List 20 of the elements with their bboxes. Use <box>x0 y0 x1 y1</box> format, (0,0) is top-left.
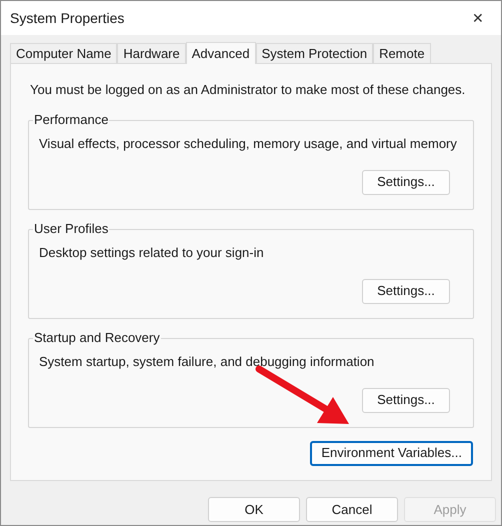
tab[interactable]: System Protection <box>256 43 374 63</box>
group-description: Visual effects, processor scheduling, memory usage, and virtual memory <box>39 134 458 153</box>
group-title: User Profiles <box>33 220 110 236</box>
group-description: Desktop settings related to your sign-in <box>39 244 265 262</box>
group-title: Performance <box>33 112 110 126</box>
group-title: Startup and Recovery <box>33 330 161 344</box>
dialog-button[interactable]: Cancel <box>306 497 398 522</box>
settings-button[interactable]: Settings... <box>362 278 450 304</box>
settings-button[interactable]: Settings... <box>362 170 450 194</box>
tab[interactable]: Hardware <box>117 43 186 63</box>
tab[interactable]: Computer Name <box>10 43 118 63</box>
tab[interactable]: Remote <box>373 43 431 63</box>
window-title: System Properties <box>9 8 124 28</box>
tab[interactable]: Advanced <box>186 42 256 64</box>
settings-button[interactable]: Settings... <box>362 388 450 412</box>
group-description: System startup, system failure, and debugging information <box>39 352 376 371</box>
close-button[interactable]: ✕ <box>455 1 501 35</box>
dialog-button[interactable]: OK <box>208 497 300 522</box>
environment-variables-button[interactable]: Environment Variables... <box>310 440 473 466</box>
admin-note: You must be logged on as an Administrator to make most of these changes. <box>30 81 466 99</box>
